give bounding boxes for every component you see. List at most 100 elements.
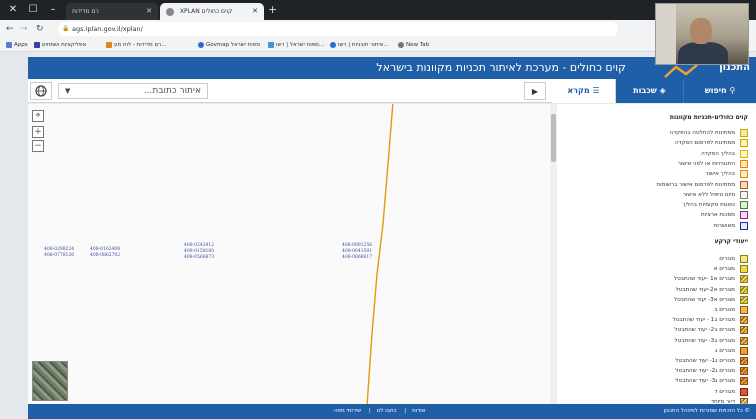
legend-swatch bbox=[740, 139, 748, 148]
reload-icon[interactable]: ↻ bbox=[36, 23, 44, 35]
legend-label: ממתינות לפרסום הפקדה bbox=[674, 140, 735, 147]
legend-section-title: ייעודי קרקע bbox=[714, 238, 748, 245]
legend-label: מגורים ג1- יעוד שהתבטל bbox=[675, 358, 735, 364]
map-canvas[interactable]: ⌖ + − 408-0298224 408-0778126 408-016240… bbox=[28, 104, 550, 404]
bookmark-7[interactable]: New Tab bbox=[398, 40, 429, 50]
webcam-overlay bbox=[655, 3, 749, 65]
parcel-label[interactable]: 408-0162408 408-0862702 bbox=[90, 247, 120, 259]
browser-tab-strip: ✕ ☐ – ✕ רם מדידות XPLAN קוים כחולים ✕ + bbox=[0, 0, 756, 20]
zoom-out-button[interactable]: − bbox=[32, 140, 44, 152]
map-pin-icon bbox=[330, 41, 336, 48]
tab-close-icon[interactable]: ✕ bbox=[252, 3, 258, 20]
lock-icon: 🔒 bbox=[62, 25, 70, 32]
legend-label: מגורים א1 -יעוד שהתבטל bbox=[673, 276, 735, 283]
legend-swatch bbox=[740, 149, 748, 158]
collapse-panel-button[interactable]: ▶ bbox=[524, 82, 546, 100]
bookmark-6[interactable]: איתור תוכניות | רשו... bbox=[330, 40, 389, 50]
basemap-toggle-thumbnail[interactable] bbox=[32, 361, 68, 401]
legend-label: דיור מיוחד bbox=[710, 398, 735, 404]
legend-swatch bbox=[740, 275, 748, 284]
zoom-in-button[interactable]: + bbox=[32, 126, 44, 138]
forward-arrow-icon[interactable]: → bbox=[20, 23, 28, 35]
search-placeholder: איתור כתובת... bbox=[143, 86, 201, 96]
tab-label: חיפוש bbox=[704, 86, 727, 95]
globe-icon bbox=[398, 41, 404, 48]
legend-swatch bbox=[740, 326, 748, 335]
bookmark-icon bbox=[34, 41, 40, 48]
locate-globe-button[interactable] bbox=[30, 82, 52, 100]
legend-swatch bbox=[740, 387, 748, 396]
legend-swatch bbox=[740, 346, 748, 355]
new-tab-plus-icon[interactable]: + bbox=[268, 3, 277, 17]
footer-link-about[interactable]: אודות bbox=[412, 408, 425, 414]
legend-swatch bbox=[740, 255, 748, 263]
bookmark-3[interactable]: רם מדידות - לוח מע... bbox=[106, 40, 166, 50]
legend-swatch bbox=[740, 357, 748, 365]
tab-legend[interactable]: ☰ מקרא bbox=[552, 79, 616, 103]
address-search-input[interactable]: ▼ איתור כתובת... bbox=[58, 83, 208, 99]
map-toolbar: ▼ איתור כתובת... ▶ ☰ מקרא ◈ שכבות ⚲ חיפו… bbox=[28, 79, 756, 103]
footer-link-contact[interactable]: כתבו לנו bbox=[377, 408, 397, 414]
map-pin-icon bbox=[198, 41, 204, 48]
legend-swatch bbox=[740, 367, 748, 376]
legend-swatch bbox=[740, 159, 748, 168]
tab-search[interactable]: ⚲ חיפוש bbox=[684, 79, 756, 103]
webcam-person-body bbox=[678, 42, 728, 64]
legend-label: סיום טיפול ללא אישור bbox=[682, 191, 735, 198]
legend-label: מאושרות bbox=[713, 222, 735, 229]
legend-label: בהליך הפקדה bbox=[701, 150, 735, 157]
bookmark-5[interactable]: מפות ישראל | רשו... bbox=[268, 40, 324, 50]
app-footer: אודות| כתבו לנו| שירותי מפה © כל הזכויות… bbox=[28, 404, 756, 419]
footer-link-map-services[interactable]: שירותי מפה bbox=[334, 408, 361, 414]
legend-section-title: קוים כחולים-תכניות מקוונות bbox=[669, 114, 748, 121]
parcel-label[interactable]: 408-0298224 408-0778126 bbox=[44, 247, 74, 259]
browser-tab-1[interactable]: ✕ רם מדידות bbox=[66, 3, 158, 20]
legend-label: מגורים ד bbox=[714, 388, 735, 395]
apps-grid-icon bbox=[6, 41, 12, 48]
map-scrollbar[interactable] bbox=[550, 104, 557, 404]
legend-swatch bbox=[740, 211, 748, 220]
logo-chevron-icon bbox=[664, 64, 698, 78]
tab-label: מקרא bbox=[567, 86, 590, 95]
legend-label: מגורים ג2- יעוד שהתבטל bbox=[675, 368, 735, 375]
close-window-icon[interactable]: ✕ bbox=[6, 3, 20, 17]
chevron-down-icon[interactable]: ▼ bbox=[65, 84, 70, 98]
app-header: קוים כחולים - מערכת לאיתור תכניות מקוונו… bbox=[28, 57, 756, 79]
legend-label: התנגדויות או לפני אישור bbox=[677, 160, 735, 167]
locate-me-button[interactable]: ⌖ bbox=[32, 110, 44, 122]
tab-close-icon[interactable]: ✕ bbox=[146, 3, 152, 20]
maximize-window-icon[interactable]: ☐ bbox=[26, 3, 40, 17]
browser-tab-label: XPLAN קוים כחולים bbox=[179, 8, 233, 15]
address-input[interactable]: 🔒 ags.iplan.gov.il/xplan/ bbox=[58, 22, 618, 36]
parcel-label[interactable]: 408-0242412 408-0158160 408-0566873 bbox=[184, 243, 214, 261]
legend-swatch bbox=[740, 285, 748, 294]
legend-label: מגורים bbox=[719, 256, 735, 262]
legend-swatch bbox=[740, 377, 748, 386]
legend-swatch bbox=[740, 336, 748, 345]
legend-label: בהליך אישור bbox=[705, 171, 735, 178]
scrollbar-thumb[interactable] bbox=[551, 114, 556, 162]
legend-label: מגורים א2-יעוד שהתבטל bbox=[675, 286, 735, 293]
legend-label: מגורים ג bbox=[715, 347, 735, 354]
legend-swatch bbox=[740, 306, 748, 314]
legend-label: מגורים א3- יעוד שהתבטל bbox=[673, 296, 735, 303]
back-arrow-icon[interactable]: ← bbox=[6, 23, 14, 35]
page-gutter bbox=[0, 52, 28, 419]
globe-search-icon bbox=[35, 85, 47, 97]
tab-layers[interactable]: ◈ שכבות bbox=[616, 79, 684, 103]
crosshair-icon: ⌖ bbox=[35, 111, 41, 121]
play-arrow-icon: ▶ bbox=[531, 87, 539, 96]
bookmark-2[interactable]: אפליקציות ושמוזים bbox=[34, 40, 86, 50]
copyright: © כל הזכויות שמורות למינהל התכנון bbox=[663, 408, 750, 414]
bookmarks-bar: Apps אפליקציות ושמוזים רם מדידות - לוח מ… bbox=[0, 38, 756, 52]
legend-label: מגורים ב3- יעוד שהתבטל bbox=[674, 337, 735, 344]
browser-tab-2[interactable]: XPLAN קוים כחולים ✕ bbox=[160, 3, 264, 20]
legend-panel: קוים כחולים-תכניות מקוונות ממתינות להחלט… bbox=[557, 104, 756, 404]
minimize-window-icon[interactable]: – bbox=[46, 3, 60, 17]
legend-swatch bbox=[740, 221, 748, 230]
parcel-label[interactable]: 408-0891256 408-0641591 408-0868617 bbox=[342, 243, 372, 261]
webcam-background bbox=[656, 4, 676, 64]
legend-swatch bbox=[740, 295, 748, 304]
bookmark-4[interactable]: Govmap מפות ישראל bbox=[198, 40, 260, 50]
bookmark-apps[interactable]: Apps bbox=[6, 40, 28, 50]
